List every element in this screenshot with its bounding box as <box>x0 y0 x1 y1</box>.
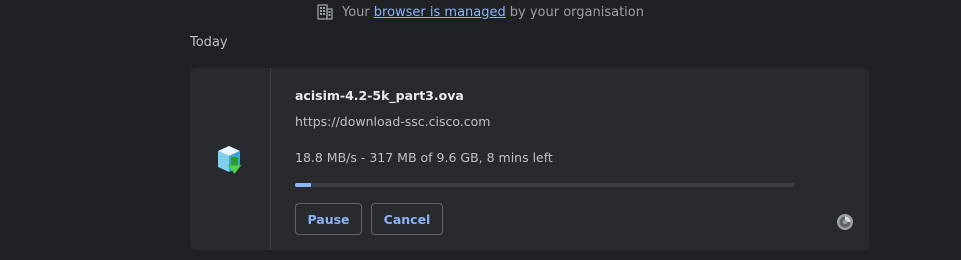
managed-banner: Your browser is managed by your organisa… <box>0 3 961 21</box>
download-status: 18.8 MB/s - 317 MB of 9.6 GB, 8 mins lef… <box>295 150 553 165</box>
browser-managed-link[interactable]: browser is managed <box>374 5 506 20</box>
download-progress-bar <box>295 183 794 187</box>
download-source-url: https://download-ssc.cisco.com <box>295 114 491 129</box>
download-file-name[interactable]: acisim-4.2-5k_part3.ova <box>295 88 464 103</box>
package-download-icon <box>214 142 248 178</box>
pause-button[interactable]: Pause <box>295 203 362 235</box>
banner-prefix: Your <box>342 4 370 20</box>
downloads-page: Your browser is managed by your organisa… <box>0 0 961 260</box>
cancel-button[interactable]: Cancel <box>371 203 443 235</box>
banner-suffix: by your organisation <box>509 4 644 20</box>
download-progress-fill <box>295 183 312 187</box>
card-divider <box>270 68 271 250</box>
section-title-today: Today <box>190 35 228 50</box>
building-icon <box>317 4 333 20</box>
download-item: acisim-4.2-5k_part3.ova https://download… <box>190 68 869 250</box>
spinner-icon <box>836 213 854 231</box>
